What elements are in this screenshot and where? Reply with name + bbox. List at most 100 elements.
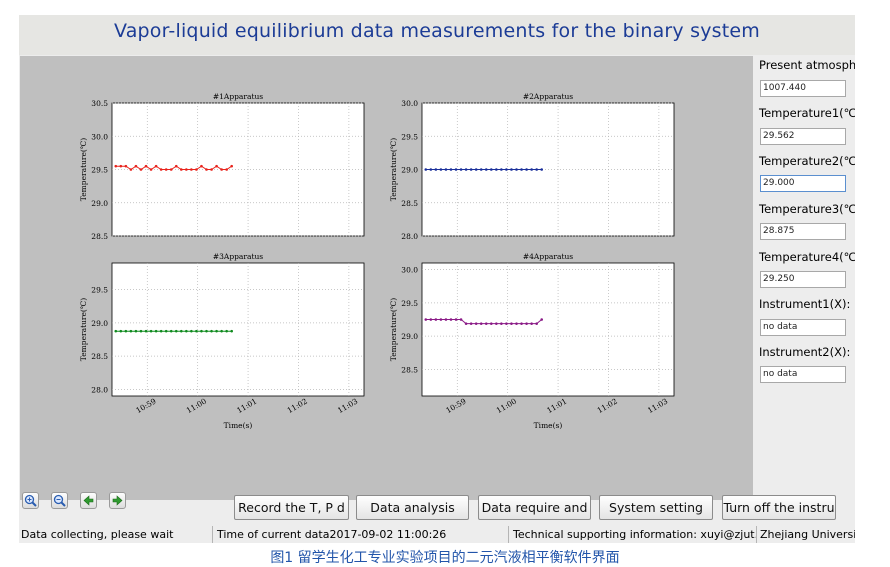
- data-point: [139, 168, 143, 171]
- data-point: [439, 318, 443, 321]
- temperature2-field[interactable]: 29.000: [760, 175, 846, 192]
- plot-area: 30.5 30.0 29.5 29.0 28.5 #1Apparatus Temperatu…: [20, 56, 753, 500]
- x-tick-label: 10:59: [444, 396, 467, 415]
- zoom-in-button[interactable]: [22, 492, 39, 509]
- data-point: [484, 322, 488, 325]
- data-point: [210, 168, 213, 171]
- data-point: [495, 168, 498, 171]
- data-point: [505, 322, 508, 325]
- turn-off-instrument-button[interactable]: Turn off the instru: [722, 495, 836, 520]
- chart-2: 30.0 29.5 29.0 28.5 28.0 #2Apparatus Temperatu…: [389, 92, 675, 241]
- instrument1-field[interactable]: no data: [760, 319, 846, 336]
- data-point: [129, 329, 133, 333]
- app-window: Vapor-liquid equilibrium data measuremen…: [19, 15, 855, 543]
- data-point: [210, 329, 213, 333]
- data-point: [424, 168, 428, 171]
- temperature4-field[interactable]: 29.250: [760, 271, 846, 288]
- data-point: [154, 164, 158, 168]
- data-point: [429, 168, 433, 171]
- y-tick-label: 29.0: [401, 332, 418, 341]
- arrow-left-icon: [83, 495, 94, 506]
- data-point: [154, 329, 158, 333]
- temperature2-label: Temperature2(℃): [759, 154, 855, 168]
- data-point: [119, 329, 123, 333]
- temperature1-field[interactable]: 29.562: [760, 128, 846, 145]
- zoom-in-icon: [24, 494, 37, 507]
- data-point: [114, 164, 118, 168]
- data-point: [495, 322, 498, 325]
- data-point: [195, 329, 198, 333]
- data-point: [515, 322, 518, 325]
- data-point: [190, 168, 193, 171]
- instrument2-label: Instrument2(X):: [759, 345, 851, 359]
- data-point: [164, 329, 168, 333]
- instrument1-label: Instrument1(X):: [759, 297, 851, 311]
- data-point: [434, 168, 438, 171]
- data-point: [449, 318, 453, 321]
- instrument2-field[interactable]: no data: [760, 366, 846, 383]
- data-point: [434, 318, 438, 321]
- data-point: [490, 168, 493, 171]
- data-point: [530, 168, 533, 171]
- zoom-out-icon: [53, 494, 66, 507]
- data-point: [185, 329, 188, 333]
- previous-button[interactable]: [80, 492, 97, 509]
- data-point: [205, 329, 208, 333]
- data-point: [429, 318, 433, 321]
- record-tp-button[interactable]: Record the T, P d: [234, 495, 349, 520]
- data-point: [230, 329, 233, 333]
- data-point: [500, 322, 503, 325]
- data-point: [510, 168, 513, 171]
- data-point: [134, 329, 138, 333]
- y-tick-label: 30.5: [91, 99, 108, 108]
- data-point: [525, 168, 528, 171]
- y-tick-label: 28.5: [91, 352, 108, 361]
- y-tick-label: 29.0: [91, 319, 108, 328]
- data-point: [134, 164, 138, 168]
- data-point: [169, 168, 173, 171]
- data-point: [464, 322, 468, 325]
- data-point: [225, 168, 228, 171]
- data-point: [540, 318, 543, 321]
- x-axis-label: Time(s): [534, 421, 563, 430]
- data-point: [530, 322, 533, 325]
- y-axis-label: Temperature(℃): [79, 298, 88, 361]
- data-point: [185, 168, 188, 171]
- data-point: [449, 168, 453, 171]
- data-analysis-button[interactable]: Data analysis: [356, 495, 469, 520]
- x-tick-label: 10:59: [134, 396, 157, 415]
- data-point: [215, 329, 218, 333]
- zoom-out-button[interactable]: [51, 492, 68, 509]
- chart-title: #2Apparatus: [523, 92, 573, 101]
- data-point: [479, 168, 483, 171]
- y-tick-label: 29.0: [91, 199, 108, 208]
- y-axis-label: Temperature(℃): [389, 138, 398, 201]
- data-point: [444, 318, 448, 321]
- temperature3-field[interactable]: 28.875: [760, 223, 846, 240]
- data-point: [474, 168, 478, 171]
- data-point: [454, 318, 458, 321]
- x-tick-label: 11:03: [336, 396, 359, 415]
- data-point: [190, 329, 193, 333]
- x-tick-label: 11:01: [235, 397, 258, 416]
- system-setting-button[interactable]: System setting: [599, 495, 713, 520]
- data-point: [520, 168, 523, 171]
- chart-3: 29.5 29.0 28.5 28.0 10:59 11:00 11:01 11:02 11:0…: [79, 252, 365, 430]
- data-point: [129, 168, 133, 171]
- x-tick-label: 11:00: [185, 396, 208, 415]
- next-button[interactable]: [109, 492, 126, 509]
- chart-frame: [111, 262, 365, 397]
- right-panel: Present atmosphere 1007.440 Temperature1…: [755, 56, 855, 506]
- data-point: [144, 329, 148, 333]
- y-tick-label: 30.0: [401, 266, 418, 275]
- data-require-button[interactable]: Data require and: [478, 495, 591, 520]
- chart-title: #4Apparatus: [523, 252, 573, 261]
- atmosphere-field[interactable]: 1007.440: [760, 80, 846, 97]
- data-point: [124, 329, 128, 333]
- title-bar: Vapor-liquid equilibrium data measuremen…: [19, 15, 855, 55]
- y-axis-label: Temperature(℃): [389, 298, 398, 361]
- data-point: [469, 322, 473, 325]
- x-tick-label: 11:00: [495, 396, 518, 415]
- data-point: [225, 329, 228, 333]
- data-point: [180, 329, 183, 333]
